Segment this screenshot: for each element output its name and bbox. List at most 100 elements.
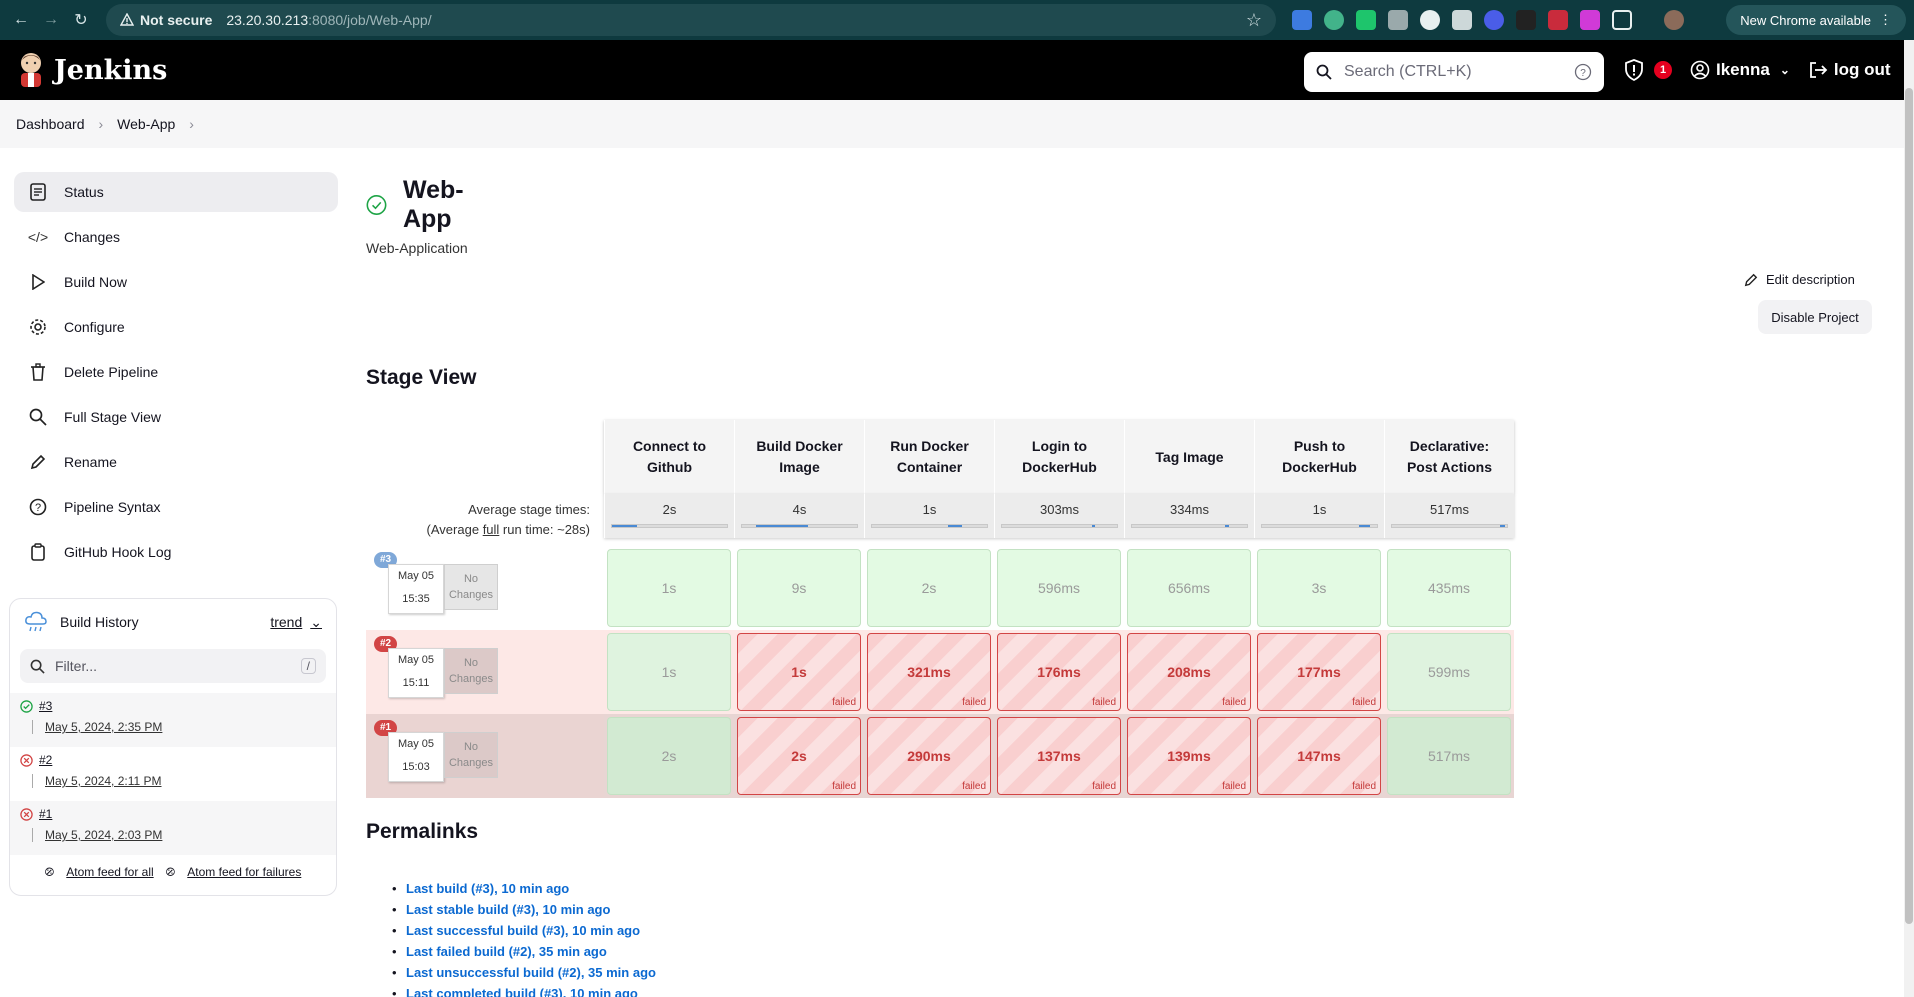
stage-cells: 2s 2s failed 290ms failed 137ms failed 139ms fai…	[604, 714, 1514, 798]
stage-failed-label: failed	[1092, 697, 1116, 708]
stage-failed-label: failed	[1222, 781, 1246, 792]
permalink-link[interactable]: Last unsuccessful build (#2), 35 min ago	[406, 965, 656, 980]
stage-cell[interactable]: 1s failed	[734, 630, 864, 714]
stage-cell[interactable]: 9s	[734, 546, 864, 630]
forward-arrow-icon[interactable]: →	[36, 5, 66, 35]
stage-cells: 1s 9s 2s 596ms 656ms 3s 435ms	[604, 546, 1514, 630]
breadcrumb-web-app[interactable]: Web-App	[117, 116, 175, 132]
puzzle-extensions-icon[interactable]	[1612, 10, 1632, 30]
stage-cell[interactable]: 176ms failed	[994, 630, 1124, 714]
sidebar-item-status[interactable]: Status	[14, 172, 338, 212]
stage-cell[interactable]: 3s	[1254, 546, 1384, 630]
stage-duration: 137ms failed	[997, 717, 1121, 795]
sidebar-item-pipeline-syntax[interactable]: ? Pipeline Syntax	[14, 487, 338, 527]
translate-extension-icon[interactable]	[1292, 10, 1312, 30]
back-arrow-icon[interactable]: ←	[6, 5, 36, 35]
gear-extension-icon[interactable]	[1484, 10, 1504, 30]
sidebar-item-github-hook-log[interactable]: GitHub Hook Log	[14, 532, 338, 572]
stage-cell[interactable]: 139ms failed	[1124, 714, 1254, 798]
trend-dropdown[interactable]: trend ⌄	[270, 614, 322, 631]
stage-cell[interactable]: 599ms	[1384, 630, 1514, 714]
security-monitor-button[interactable]: 1	[1624, 59, 1672, 81]
permalink-link[interactable]: Last failed build (#2), 35 min ago	[406, 944, 607, 959]
run-no-changes: No Changes	[444, 648, 498, 694]
stage-duration-value: 517ms	[1427, 748, 1471, 764]
stage-cell[interactable]: 1s	[604, 546, 734, 630]
permalink-link[interactable]: Last build (#3), 10 min ago	[406, 881, 569, 896]
disable-project-button[interactable]: Disable Project	[1758, 300, 1872, 334]
grammarly-extension-icon[interactable]	[1420, 10, 1440, 30]
stage-cell[interactable]: 596ms	[994, 546, 1124, 630]
stage-duration-value: 599ms	[1427, 664, 1471, 680]
stage-average-bar	[1391, 524, 1508, 528]
search-input[interactable]: Search (CTRL+K)	[1344, 63, 1574, 81]
download-extension-icon[interactable]	[1452, 10, 1472, 30]
sidebar-item-changes[interactable]: </> Changes	[14, 217, 338, 257]
stage-cell[interactable]: 137ms failed	[994, 714, 1124, 798]
permalink-link[interactable]: Last completed build (#3), 10 min ago	[406, 986, 638, 997]
sidebar-item-configure[interactable]: Configure	[14, 307, 338, 347]
build-date-link[interactable]: May 5, 2024, 2:03 PM	[32, 828, 326, 842]
avg-full-link[interactable]: full	[483, 522, 500, 537]
bookmark-star-icon[interactable]: ☆	[1246, 10, 1262, 31]
address-bar[interactable]: Not secure 23.20.30.213:8080/job/Web-App…	[106, 4, 1276, 36]
camera-extension-icon[interactable]	[1388, 10, 1408, 30]
help-icon[interactable]: ?	[1574, 63, 1592, 81]
stage-cell[interactable]: 656ms	[1124, 546, 1254, 630]
search-box[interactable]: Search (CTRL+K) ?	[1304, 52, 1604, 92]
atom-feed-all-link[interactable]: Atom feed for all	[66, 865, 153, 880]
stage-cell[interactable]: 208ms failed	[1124, 630, 1254, 714]
build-number-link[interactable]: #3	[39, 699, 52, 713]
extension-icon[interactable]	[1548, 10, 1568, 30]
sidebar-item-build-now[interactable]: Build Now	[14, 262, 338, 302]
stage-cell[interactable]: 2s	[864, 546, 994, 630]
not-secure-indicator[interactable]: Not secure	[120, 12, 212, 28]
build-row[interactable]: #3 May 5, 2024, 2:35 PM	[10, 693, 336, 747]
stage-cell[interactable]: 290ms failed	[864, 714, 994, 798]
stage-cell[interactable]: 1s	[604, 630, 734, 714]
stage-failed-label: failed	[962, 697, 986, 708]
edit-description-link[interactable]: Edit description	[1744, 272, 1855, 287]
jenkins-logo[interactable]: Jenkins	[16, 51, 167, 89]
build-row[interactable]: #2 May 5, 2024, 2:11 PM	[10, 747, 336, 801]
run-date: May 05	[397, 738, 435, 750]
logout-button[interactable]: log out	[1808, 60, 1891, 80]
build-number-link[interactable]: #1	[39, 807, 52, 821]
user-menu[interactable]: Ikenna ⌄	[1690, 60, 1790, 80]
stage-cell[interactable]: 321ms failed	[864, 630, 994, 714]
build-row[interactable]: #1 May 5, 2024, 2:03 PM	[10, 801, 336, 855]
stage-duration: 321ms failed	[867, 633, 991, 711]
build-filter-input[interactable]: Filter... /	[20, 649, 326, 683]
extension-icon[interactable]	[1580, 10, 1600, 30]
new-chrome-available-button[interactable]: New Chrome available ⋮	[1726, 5, 1906, 35]
build-number-link[interactable]: #2	[39, 753, 52, 767]
build-date-link[interactable]: May 5, 2024, 2:35 PM	[32, 720, 326, 734]
stage-cell[interactable]: 435ms	[1384, 546, 1514, 630]
reload-icon[interactable]: ↻	[66, 5, 96, 35]
permalink-link[interactable]: Last stable build (#3), 10 min ago	[406, 902, 610, 917]
page-scrollbar[interactable]	[1904, 40, 1914, 997]
stage-cell[interactable]: 2s	[604, 714, 734, 798]
sidebar-item-rename[interactable]: Rename	[14, 442, 338, 482]
extension-icon[interactable]	[1324, 10, 1344, 30]
chevron-right-icon[interactable]: ›	[189, 116, 194, 132]
stage-cell[interactable]: 147ms failed	[1254, 714, 1384, 798]
stage-header: Run Docker Container	[864, 420, 994, 494]
breadcrumb-dashboard[interactable]: Dashboard	[16, 116, 85, 132]
profile-avatar-icon[interactable]	[1664, 10, 1684, 30]
stage-average-value: 1s	[1312, 502, 1327, 517]
stage-cell[interactable]: 177ms failed	[1254, 630, 1384, 714]
atom-feed-failures-link[interactable]: Atom feed for failures	[187, 865, 301, 880]
build-date-link[interactable]: May 5, 2024, 2:11 PM	[32, 774, 326, 788]
terminal-extension-icon[interactable]	[1516, 10, 1536, 30]
stage-failed-label: failed	[1092, 781, 1116, 792]
scrollbar-thumb[interactable]	[1905, 88, 1913, 924]
sidebar-item-delete-pipeline[interactable]: Delete Pipeline	[14, 352, 338, 392]
sidebar-item-full-stage-view[interactable]: Full Stage View	[14, 397, 338, 437]
extension-icon[interactable]	[1356, 10, 1376, 30]
stage-header: Connect to Github	[604, 420, 734, 494]
filter-placeholder: Filter...	[55, 658, 98, 674]
stage-cell[interactable]: 2s failed	[734, 714, 864, 798]
stage-cell[interactable]: 517ms	[1384, 714, 1514, 798]
permalink-link[interactable]: Last successful build (#3), 10 min ago	[406, 923, 640, 938]
